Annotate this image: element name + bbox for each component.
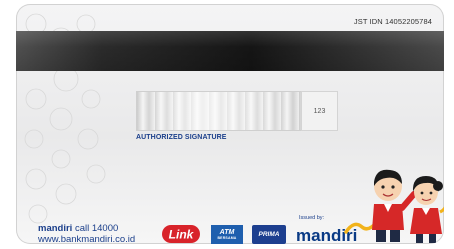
signature-label: AUTHORIZED SIGNATURE (136, 134, 227, 141)
website-link: www.bankmandiri.co.id (38, 234, 136, 244)
card-serial: JST IDN 14052205784 (353, 17, 432, 26)
cvv-box: 123 (301, 91, 338, 131)
call-center: call 14000 (72, 223, 119, 234)
card-back: JST IDN 14052205784 123 AUTHORIZED SIGNA… (16, 4, 444, 244)
atm-bersama-logo: ATM BERSAMA (211, 225, 243, 244)
link-logo-text: Link (169, 228, 195, 242)
signature-panel (136, 91, 303, 131)
brand-call-line: mandiri call 14000 (38, 223, 118, 234)
brand-name: mandiri (38, 223, 73, 234)
prima-logo: PRIMA (252, 225, 286, 244)
issued-by-label: Issued by: (299, 215, 325, 221)
mascot-kids-illustration (372, 169, 444, 243)
link-logo: Link (162, 225, 200, 243)
